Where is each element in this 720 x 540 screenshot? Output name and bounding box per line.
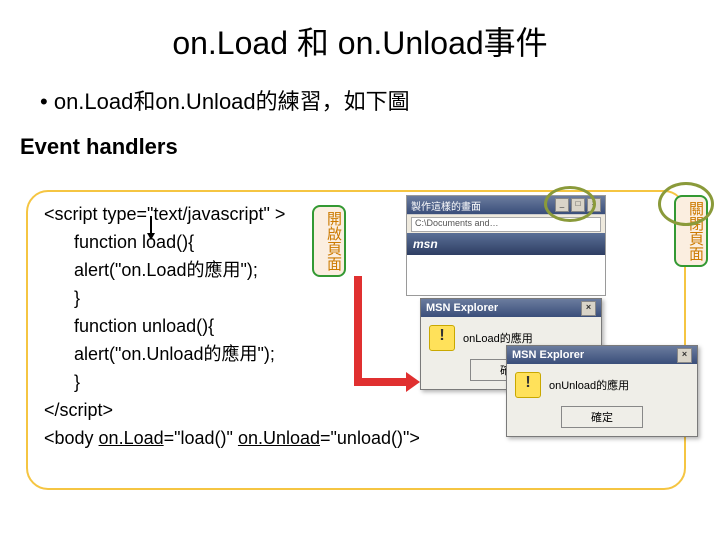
warning-icon bbox=[515, 372, 541, 398]
close-icon[interactable]: × bbox=[677, 348, 692, 363]
code-line-9c: ="load()" bbox=[164, 428, 238, 448]
red-arrow-head-icon bbox=[406, 372, 420, 392]
code-line-5: function unload(){ bbox=[44, 312, 214, 340]
alert-body: onUnload的應用 bbox=[507, 364, 697, 406]
code-line-4: } bbox=[44, 284, 80, 312]
highlight-ring-maximize bbox=[544, 186, 596, 222]
alert-message: onLoad的應用 bbox=[463, 330, 533, 346]
code-block: <script type="text/javascript" > functio… bbox=[44, 200, 420, 452]
alert-titlebar: MSN Explorer × bbox=[421, 299, 601, 317]
alert-message: onUnload的應用 bbox=[549, 377, 629, 393]
red-arrow-horizontal bbox=[354, 378, 408, 386]
section-heading: Event handlers bbox=[0, 116, 720, 160]
arrow-down-icon bbox=[150, 216, 152, 234]
badge-open-page: 開啟頁面 bbox=[312, 205, 346, 277]
bullet-text: on.Load和on.Unload的練習，如下圖 bbox=[54, 89, 410, 114]
msn-brand-bar: msn bbox=[407, 233, 605, 255]
alert-titlebar: MSN Explorer × bbox=[507, 346, 697, 364]
bullet-line: • on.Load和on.Unload的練習，如下圖 bbox=[0, 64, 720, 116]
slide-title: on.Load 和 on.Unload事件 bbox=[0, 0, 720, 64]
red-arrow-vertical bbox=[354, 276, 362, 386]
alert-title-text: MSN Explorer bbox=[426, 302, 498, 314]
code-line-6: alert("on.Unload的應用"); bbox=[44, 340, 275, 368]
code-line-1: <script type="text/javascript" > bbox=[44, 204, 285, 224]
highlight-ring-close bbox=[658, 182, 714, 226]
close-icon[interactable]: × bbox=[581, 301, 596, 316]
code-line-9a: <body bbox=[44, 428, 99, 448]
code-line-3: alert("on.Load的應用"); bbox=[44, 256, 258, 284]
code-onload-underline: on.Load bbox=[99, 428, 164, 448]
code-onunload-underline: on.Unload bbox=[238, 428, 320, 448]
alert-button-row: 確定 bbox=[507, 406, 697, 436]
alert-title-text: MSN Explorer bbox=[512, 349, 584, 361]
code-line-9e: ="unload()"> bbox=[320, 428, 420, 448]
warning-icon bbox=[429, 325, 455, 351]
alert-onunload: MSN Explorer × onUnload的應用 確定 bbox=[506, 345, 698, 437]
code-line-2: function load(){ bbox=[44, 228, 194, 256]
window-title-text: 製作這樣的畫面 bbox=[411, 198, 481, 213]
ok-button[interactable]: 確定 bbox=[561, 406, 643, 428]
code-line-8: </script> bbox=[44, 400, 113, 420]
code-line-7: } bbox=[44, 368, 80, 396]
browser-body bbox=[407, 255, 605, 295]
